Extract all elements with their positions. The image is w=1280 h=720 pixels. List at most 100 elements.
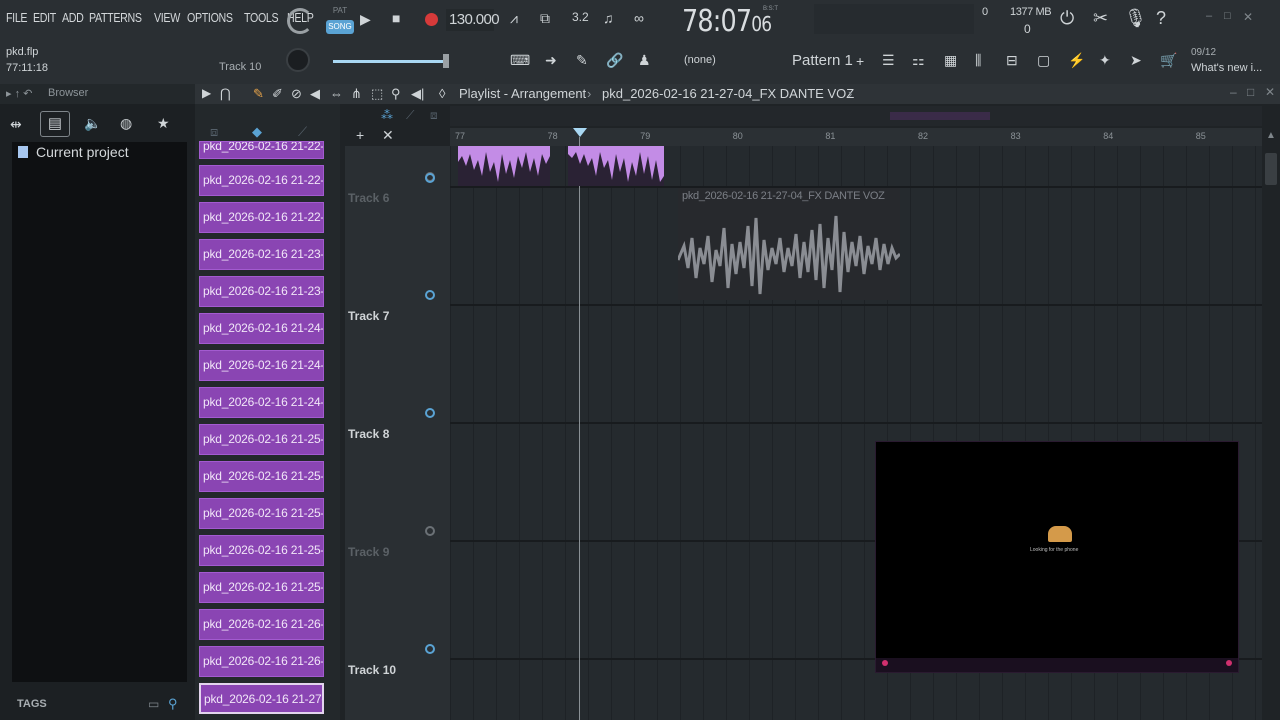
stamp-icon[interactable]: ♟ [638,52,651,69]
add-pattern-icon[interactable]: + [856,53,864,69]
song-position-display[interactable]: 78:0706 [682,4,772,39]
slip-tool-icon[interactable]: ⇔ [330,86,343,101]
send-icon[interactable]: ➤ [1130,52,1142,69]
tempo-display[interactable]: 130.000 [446,9,500,31]
pattern-item[interactable]: pkd_2026-02-16 21-25-... [199,535,324,566]
draw-tool-icon[interactable]: ✎ [576,52,588,69]
cart-icon[interactable]: 🛒 [1160,52,1177,69]
track-mute-icon[interactable] [425,408,435,418]
audio-clip-dante-voz[interactable]: pkd_2026-02-16 21-27-04_FX DANTE VOZ [678,188,900,300]
channel-rack-icon[interactable]: ⚏ [912,52,925,69]
wave-view-icon[interactable]: ⁂ [381,108,393,122]
playlist-icon[interactable]: ☰ [882,52,895,69]
wait-record-icon[interactable]: ⧉ [540,10,550,27]
menu-add[interactable]: ADD [62,10,84,25]
maximize-icon[interactable]: □ [1224,10,1231,22]
play-icon[interactable]: ▶ [360,11,371,28]
microphone-icon[interactable]: 🎙 [1124,8,1147,29]
track-mute-icon[interactable] [425,526,435,536]
mixer-icon[interactable]: ⫼ [975,52,981,69]
audio-clip-top-1[interactable] [458,146,550,186]
picker-pattern-icon[interactable]: ⧈ [210,124,218,140]
star-icon[interactable]: ★ [157,115,170,132]
mute-tool-icon[interactable]: ◀ [310,86,320,102]
help-icon[interactable]: ? [1156,8,1166,29]
scroll-thumb[interactable] [1265,153,1277,185]
pattern-item[interactable]: pkd_2026-02-16 21-25-... [199,498,324,529]
menu-patterns[interactable]: PATTERNS [89,10,142,25]
loop-record-icon[interactable]: ∞ [634,10,644,26]
pattern-item[interactable]: pkd_2026-02-16 21-25-... [199,461,324,492]
search-icon[interactable]: ⚲ [168,696,178,712]
audio-clip-top-2[interactable] [568,146,664,186]
vertical-scrollbar[interactable]: ▲ [1262,128,1280,720]
link-icon[interactable]: 🔗 [606,52,623,69]
add-track-icon[interactable]: + [356,127,364,143]
pencil-icon[interactable]: ✎ [253,86,264,102]
arrow-right-icon[interactable]: ➜ [545,52,557,69]
pattern-item[interactable]: pkd_2026-02-16 21-24-... [199,313,324,344]
pattern-item-partial[interactable]: pkd_2026-02-16 21-22-... [199,141,324,159]
popup-controls[interactable] [876,658,1238,672]
remove-track-icon[interactable]: ✕ [382,127,394,144]
speaker-icon[interactable]: 🔈 [84,115,101,132]
step-edit-icon[interactable]: ♫ [603,10,614,26]
pattern-item[interactable]: pkd_2026-02-16 21-24-... [199,387,324,418]
magnet-icon[interactable]: ⋂ [220,86,231,102]
pattern-item[interactable]: pkd_2026-02-16 21-26-... [199,609,324,640]
pattern-item[interactable]: pkd_2026-02-16 21-26-... [199,646,324,677]
menu-view[interactable]: VIEW [154,10,180,25]
file-icon[interactable]: ▢ [1037,52,1050,69]
countdown-icon[interactable]: 3.2 [572,10,589,24]
piano-roll-icon[interactable]: ▦ [944,52,957,69]
cut-icon[interactable]: ✂ [1093,8,1108,29]
close-icon[interactable]: ✕ [1243,10,1253,24]
delete-tool-icon[interactable]: ⊘ [291,86,302,102]
menu-edit[interactable]: EDIT [33,10,56,25]
globe-icon[interactable]: ◍ [120,115,132,132]
snap-select[interactable]: (none) [684,54,716,66]
select-tool-icon[interactable]: ⬚ [371,86,383,102]
auto-view-icon[interactable]: ⟋ [406,108,414,123]
slider-handle-icon[interactable] [443,54,449,68]
paint-icon[interactable]: ✐ [272,86,283,102]
tool-icon[interactable]: ✦ [1099,52,1111,69]
picker-automation-icon[interactable]: ⟋ [298,124,307,140]
track-mute-icon[interactable] [425,644,435,654]
power-icon[interactable]: ⏻ [1060,8,1074,29]
menu-tools[interactable]: TOOLS [244,10,279,25]
menu-file[interactable]: FILE [6,10,28,25]
song-mode-button[interactable]: SONG [326,20,354,34]
pattern-item[interactable]: pkd_2026-02-16 21-27-... [199,683,324,714]
playhead-marker-icon[interactable] [573,128,587,137]
menu-options[interactable]: OPTIONS [187,10,233,25]
current-project-item[interactable]: Current project [36,144,129,160]
zoom-tool-icon[interactable]: ⚲ [391,86,401,102]
record-icon[interactable] [425,13,438,26]
pattern-item[interactable]: pkd_2026-02-16 21-25-... [199,572,324,603]
output-monitor[interactable] [814,4,974,34]
popup-heart-icon[interactable] [1226,660,1232,666]
stop-icon[interactable]: ■ [392,10,400,26]
playlist-minimize-icon[interactable]: – [1230,85,1237,99]
plugin-icon[interactable]: ⚡ [1068,52,1085,69]
track-name-7[interactable]: Track 7 [348,309,389,323]
playlist-close-icon[interactable]: ✕ [1265,85,1275,99]
minimize-icon[interactable]: – [1206,10,1212,22]
document-icon[interactable]: ▤ [40,111,70,137]
picker-audio-icon[interactable]: ◆ [252,124,262,140]
pattern-item[interactable]: pkd_2026-02-16 21-23-... [199,239,324,270]
pattern-item[interactable]: pkd_2026-02-16 21-24-... [199,350,324,381]
playback-tool-icon[interactable]: ◀| [411,86,424,102]
metronome-icon[interactable]: ⩘ [510,10,518,27]
track-name-9[interactable]: Track 9 [348,545,389,559]
pattern-item[interactable]: pkd_2026-02-16 21-25-... [199,424,324,455]
playlist-maximize-icon[interactable]: □ [1247,85,1254,99]
pat-mode-label[interactable]: PAT [326,6,354,15]
timeline-ruler[interactable]: 77 78 79 80 81 82 83 84 85 [450,128,1262,146]
master-volume-knob-icon[interactable] [286,48,310,72]
whats-new-link[interactable]: What's new i... [1191,62,1262,74]
pattern-view-icon[interactable]: ⧈ [430,108,438,123]
pattern-select[interactable]: Pattern 1 [792,52,853,69]
pitch-knob-icon[interactable] [287,8,313,34]
